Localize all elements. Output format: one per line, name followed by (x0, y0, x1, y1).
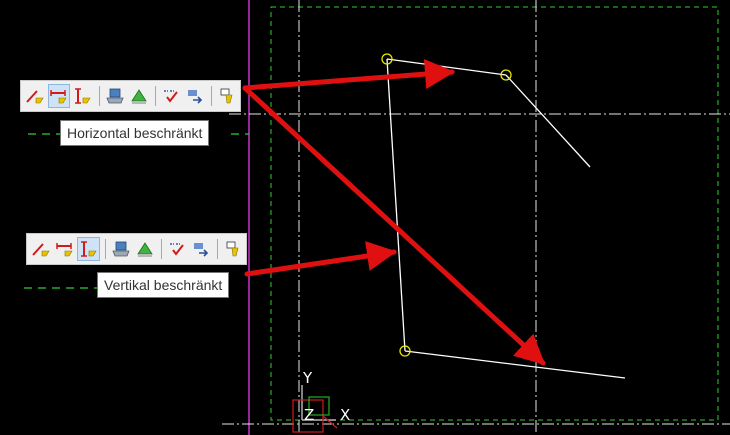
horizontal-constraint-button[interactable] (47, 84, 71, 108)
vertical-constraint-icon (74, 88, 91, 104)
line-constraint-button[interactable] (30, 237, 53, 261)
check-icon (164, 90, 179, 103)
tooltip-vertical: Vertikal beschränkt (97, 272, 230, 298)
toolbar-separator (211, 86, 213, 106)
z-axis-label: Z (304, 406, 315, 424)
redo-icon (188, 90, 203, 104)
toolbar-separator (98, 86, 100, 106)
toolbar-separator (217, 239, 219, 259)
fill-button[interactable] (128, 84, 151, 108)
x-axis-label: X (340, 406, 351, 424)
fill-icon (137, 242, 153, 257)
redo-icon (194, 243, 209, 257)
constraint-toolbar-horizontal (20, 80, 241, 112)
line-constraint-button[interactable] (24, 84, 47, 108)
fill-icon (131, 89, 147, 104)
toolbar-separator (104, 239, 106, 259)
sketch-line-bottom[interactable] (404, 350, 626, 379)
annotation-arrows (242, 59, 546, 366)
check-icon (170, 243, 185, 256)
redo-button[interactable] (184, 84, 207, 108)
y-axis-label: Y (303, 369, 313, 387)
vertical-constraint-icon (80, 241, 97, 257)
line-constraint-icon (32, 243, 50, 257)
line-constraint-icon (26, 90, 44, 104)
highlight-icon (226, 241, 239, 257)
layer-icon (112, 241, 130, 257)
tooltip-horizontal: Horizontal beschränkt (60, 120, 210, 146)
layer-button[interactable] (104, 84, 127, 108)
redo-button[interactable] (190, 237, 213, 261)
check-button[interactable] (166, 237, 189, 261)
cad-viewport[interactable] (0, 0, 730, 435)
coordinate-triad (292, 385, 338, 433)
horizontal-constraint-button[interactable] (54, 237, 77, 261)
check-button[interactable] (160, 84, 183, 108)
constraint-toolbar-vertical (26, 233, 247, 265)
highlight-button[interactable] (216, 84, 239, 108)
toolbar-separator (155, 86, 157, 106)
arrow-to-bottom-line (242, 85, 546, 366)
vertical-constraint-button[interactable] (77, 237, 100, 261)
sketch-line-left[interactable] (386, 58, 406, 352)
layer-button[interactable] (110, 237, 133, 261)
arrow-to-left-line (244, 241, 397, 277)
highlight-button[interactable] (222, 237, 245, 261)
horizontal-constraint-icon (50, 90, 67, 104)
fill-button[interactable] (134, 237, 157, 261)
highlight-icon (220, 88, 233, 104)
vertical-constraint-button[interactable] (71, 84, 94, 108)
horizontal-constraint-icon (56, 243, 73, 257)
layer-icon (106, 88, 124, 104)
sketch-line-diagonal[interactable] (505, 74, 591, 168)
construction-frame (270, 6, 719, 421)
arrow-to-top-line (242, 59, 455, 91)
toolbar-separator (161, 239, 163, 259)
